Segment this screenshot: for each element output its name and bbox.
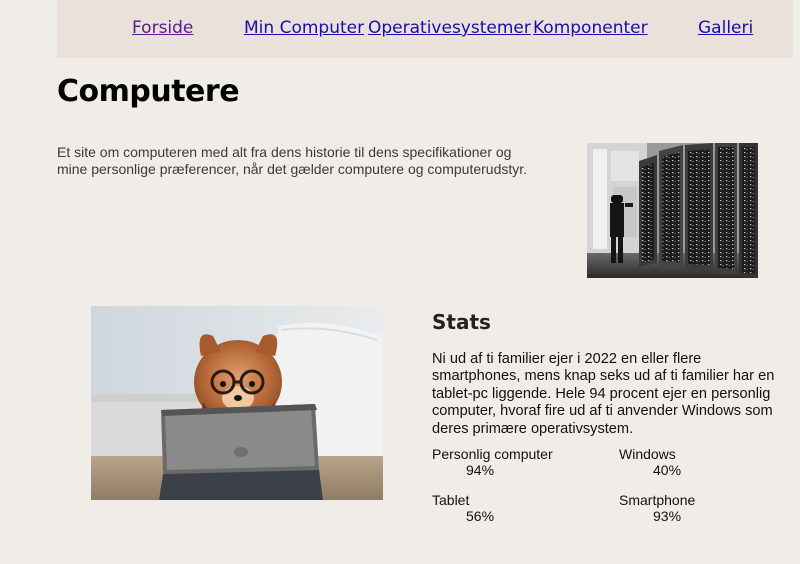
nav-link-galleri[interactable]: Galleri	[698, 18, 753, 38]
stat-value: 40%	[653, 462, 682, 478]
stat-value: 93%	[653, 508, 682, 524]
stat-value: 56%	[466, 508, 495, 524]
stats-title: Stats	[432, 310, 491, 334]
top-navigation: Forside Min Computer Operativesystemer K…	[57, 0, 793, 58]
stats-text: Ni ud af ti familier ejer i 2022 en elle…	[432, 351, 775, 437]
stat-tablet: Tablet 56%	[432, 492, 494, 524]
intro-text: Et site om computeren med alt fra dens h…	[57, 144, 528, 177]
server-room-photo	[587, 143, 758, 278]
stat-smartphone: Smartphone 93%	[619, 492, 695, 524]
stat-label: Windows	[619, 446, 676, 462]
nav-link-min-computer[interactable]: Min Computer	[244, 18, 364, 38]
stat-value: 94%	[466, 462, 495, 478]
stat-label: Smartphone	[619, 492, 696, 508]
nav-link-komponenter[interactable]: Komponenter	[533, 18, 648, 38]
nav-link-operativesystemer[interactable]: Operativesystemer	[368, 18, 531, 38]
nav-link-forside[interactable]: Forside	[132, 18, 193, 38]
stat-label: Tablet	[432, 492, 470, 508]
stat-personlig-computer: Personlig computer 94%	[432, 446, 553, 478]
stat-windows: Windows 40%	[619, 446, 681, 478]
stat-label: Personlig computer	[432, 446, 553, 462]
dog-with-tablet-photo	[91, 306, 383, 500]
page-title: Computere	[57, 74, 240, 109]
